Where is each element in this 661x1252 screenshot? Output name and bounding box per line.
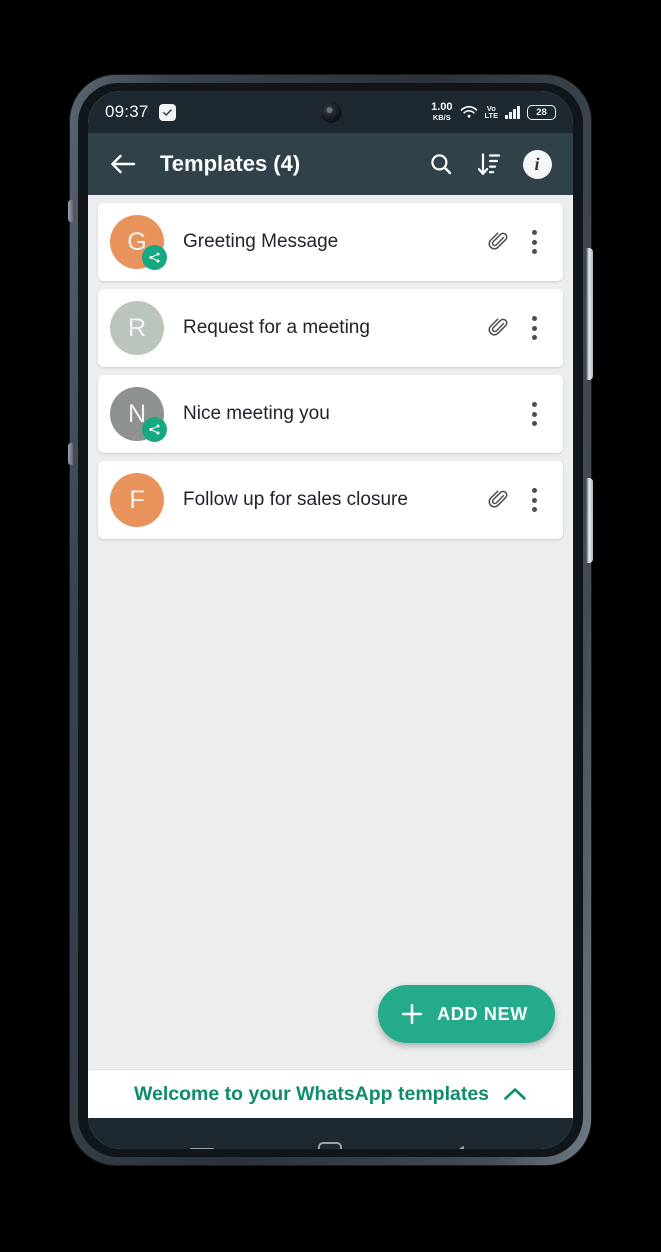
template-list-item[interactable]: G Greeting Message — [98, 203, 563, 281]
info-button[interactable]: i — [515, 142, 559, 186]
attachment-paperclip-icon[interactable] — [481, 225, 515, 259]
back-arrow-icon[interactable] — [102, 143, 144, 185]
avatar: G — [110, 215, 167, 270]
volte-line-2: LTE — [484, 111, 499, 120]
chevron-up-icon[interactable] — [503, 1086, 527, 1102]
overflow-menu-icon[interactable] — [519, 396, 549, 432]
status-bar-clock: 09:37 — [105, 102, 149, 121]
network-speed-indicator: 1.00 KB/S — [431, 102, 452, 122]
back-triangle-icon[interactable] — [435, 1130, 483, 1149]
template-title: Greeting Message — [183, 231, 339, 252]
left-accent-button-bottom[interactable] — [68, 443, 73, 465]
volume-button[interactable] — [586, 248, 593, 380]
overflow-menu-icon[interactable] — [519, 482, 549, 518]
left-accent-button-top[interactable] — [68, 200, 73, 222]
front-camera-punch-hole — [320, 102, 341, 123]
sort-descending-icon[interactable] — [467, 142, 511, 186]
cellular-signal-icon — [505, 105, 520, 119]
avatar: N — [110, 387, 167, 442]
status-bar: 09:37 1.00 KB/S Vo LTE 28 — [88, 91, 573, 133]
wifi-icon — [460, 105, 478, 119]
share-badge-icon — [142, 245, 167, 270]
template-list-item[interactable]: R Request for a meeting — [98, 289, 563, 367]
welcome-banner-text: Welcome to your WhatsApp templates — [133, 1082, 490, 1105]
avatar: F — [110, 473, 164, 527]
template-list-item[interactable]: N Nice meeting you — [98, 375, 563, 453]
app-bar: Templates (4) i — [88, 133, 573, 195]
android-navigation-bar — [88, 1118, 573, 1149]
overflow-menu-icon[interactable] — [519, 310, 549, 346]
recents-lines — [190, 1144, 215, 1149]
battery-indicator: 28 — [527, 104, 556, 120]
template-title: Nice meeting you — [183, 403, 330, 424]
template-title: Follow up for sales closure — [183, 489, 408, 510]
phone-screen: 09:37 1.00 KB/S Vo LTE 28 Templates (4) … — [88, 91, 573, 1149]
status-bar-left-group: 09:37 — [105, 102, 176, 122]
add-new-label: ADD NEW — [437, 1003, 528, 1024]
plus-icon — [400, 1002, 424, 1026]
recents-menu-icon[interactable] — [178, 1130, 226, 1149]
template-title: Request for a meeting — [183, 317, 370, 338]
volte-icon: Vo LTE — [484, 104, 499, 120]
share-badge-icon — [142, 417, 167, 442]
home-shape — [318, 1142, 343, 1149]
add-new-button[interactable]: ADD NEW — [378, 985, 555, 1043]
status-bar-right-group: 1.00 KB/S Vo LTE 28 — [431, 102, 556, 122]
templates-list: G Greeting Message R Request for a meeti… — [88, 195, 573, 1069]
page-title: Templates (4) — [160, 151, 301, 176]
attachment-paperclip-icon[interactable] — [481, 311, 515, 345]
avatar-initial: F — [110, 473, 164, 527]
checkmark-icon — [158, 103, 176, 121]
network-speed-unit: KB/S — [432, 113, 451, 123]
info-icon: i — [522, 149, 552, 179]
home-square-icon[interactable] — [306, 1130, 354, 1149]
welcome-banner[interactable]: Welcome to your WhatsApp templates — [88, 1069, 573, 1118]
attachment-paperclip-icon[interactable] — [481, 483, 515, 517]
avatar-initial: R — [110, 301, 164, 355]
overflow-menu-icon[interactable] — [519, 224, 549, 260]
power-button[interactable] — [586, 478, 593, 563]
template-list-item[interactable]: F Follow up for sales closure — [98, 461, 563, 539]
search-icon[interactable] — [419, 142, 463, 186]
network-speed-value: 1.00 — [431, 101, 453, 114]
avatar: R — [110, 301, 164, 355]
